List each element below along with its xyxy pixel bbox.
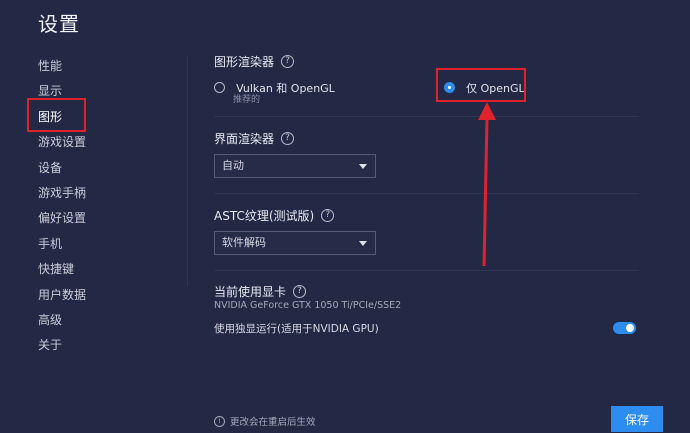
sidebar-item-performance[interactable]: 性能: [38, 56, 98, 81]
help-icon[interactable]: ?: [281, 55, 295, 68]
sidebar-item-game-settings[interactable]: 游戏设置: [38, 132, 98, 157]
dedicated-gpu-toggle[interactable]: [613, 322, 636, 334]
astc-value: 软件解码: [222, 236, 266, 249]
help-icon[interactable]: ?: [321, 209, 335, 222]
save-button[interactable]: 保存: [611, 406, 663, 432]
section-divider: [214, 116, 639, 117]
gpu-info: NVIDIA GeForce GTX 1050 Ti/PCIe/SSE2: [214, 300, 402, 311]
astc-label: ASTC纹理(测试版): [214, 209, 315, 223]
help-icon[interactable]: ?: [281, 132, 295, 145]
radio-circle-icon[interactable]: [214, 82, 225, 93]
page-title: 设置: [38, 12, 80, 36]
sidebar-item-about[interactable]: 关于: [38, 335, 98, 360]
graphics-renderer-section: 图形渲染器 ?: [214, 53, 295, 70]
opengl-highlight-box: [436, 68, 526, 102]
sidebar-item-shortcuts[interactable]: 快捷键: [38, 259, 98, 284]
toggle-knob: [626, 324, 634, 332]
restart-note: i 更改会在重启后生效: [214, 414, 316, 428]
restart-note-text: 更改会在重启后生效: [230, 417, 316, 428]
gpu-section: 当前使用显卡 ?: [214, 283, 307, 300]
sidebar-item-gamepad[interactable]: 游戏手柄: [38, 183, 98, 208]
dedicated-gpu-label: 使用独显运行(适用于NVIDIA GPU): [214, 323, 379, 335]
chevron-down-icon: [359, 241, 367, 246]
ui-renderer-section: 界面渲染器 ?: [214, 130, 295, 147]
graphics-highlight-box: [27, 98, 86, 132]
chevron-down-icon: [359, 164, 367, 169]
section-divider: [214, 270, 639, 271]
section-divider: [214, 193, 639, 194]
sidebar-item-phone[interactable]: 手机: [38, 234, 98, 259]
annotation-arrow: [478, 102, 496, 267]
arrow-head: [478, 102, 496, 120]
arrow-shaft: [482, 117, 489, 267]
info-icon: i: [214, 415, 225, 427]
ui-renderer-value: 自动: [222, 159, 244, 172]
sidebar-item-preferences[interactable]: 偏好设置: [38, 208, 98, 233]
sidebar-item-device[interactable]: 设备: [38, 158, 98, 183]
sidebar-divider: [187, 56, 188, 286]
help-icon[interactable]: ?: [293, 285, 307, 298]
gpu-label: 当前使用显卡: [214, 285, 287, 299]
graphics-renderer-label: 图形渲染器: [214, 55, 275, 69]
sidebar-item-advanced[interactable]: 高级: [38, 310, 98, 335]
recommended-label: 推荐的: [233, 95, 261, 105]
sidebar-item-user-data[interactable]: 用户数据: [38, 285, 98, 310]
astc-section: ASTC纹理(测试版) ?: [214, 207, 335, 224]
ui-renderer-select[interactable]: 自动: [214, 154, 376, 178]
ui-renderer-label: 界面渲染器: [214, 132, 275, 146]
astc-select[interactable]: 软件解码: [214, 231, 376, 255]
